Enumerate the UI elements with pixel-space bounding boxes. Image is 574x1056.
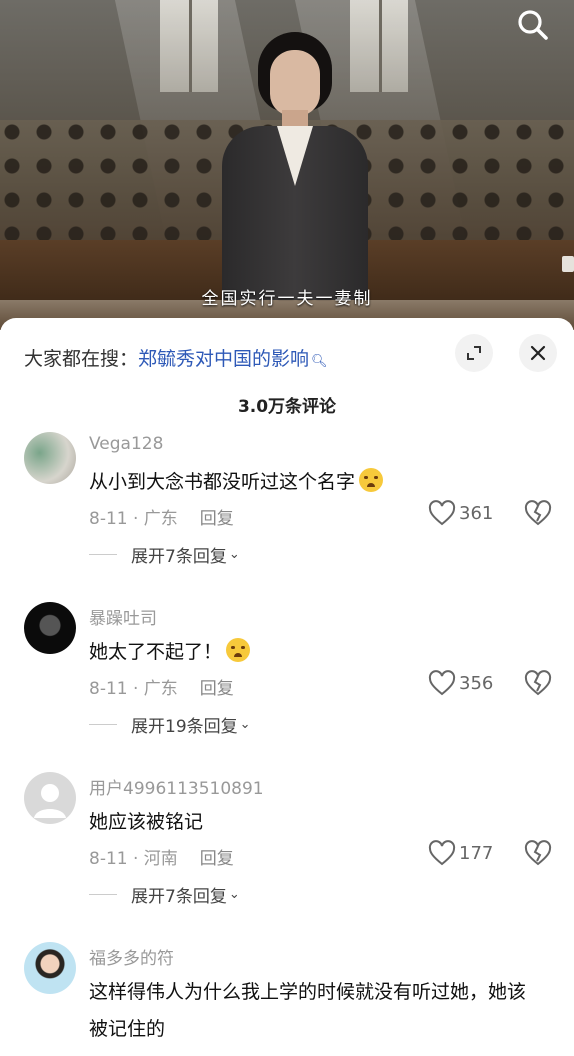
search-icon <box>518 10 548 40</box>
username[interactable]: 暴躁吐司 <box>89 604 157 629</box>
heart-icon <box>428 500 456 526</box>
username[interactable]: 福多多的符 <box>89 944 174 969</box>
comment-meta: 8-11 · 广东 回复 <box>89 674 234 699</box>
comment-meta: 8-11 · 河南 回复 <box>89 844 234 869</box>
close-button[interactable] <box>519 334 557 372</box>
search-small-icon: 🔍︎ <box>311 354 328 369</box>
comment-text: 她应该被铭记 <box>89 811 204 833</box>
crying-emoji-icon <box>359 468 384 492</box>
expand-replies-label: 展开7条回复 <box>131 547 227 567</box>
like-count: 356 <box>459 672 494 694</box>
comments-sheet: 大家都在搜：郑毓秀对中国的影响 🔍︎ 3.0万条评论 Vega128 从小到大念书… <box>0 318 574 1056</box>
comment-count: 3.0万条评论 <box>237 397 337 417</box>
like-button[interactable]: 177 <box>428 840 493 866</box>
speaker-figure <box>222 30 368 320</box>
expand-sheet-button[interactable] <box>455 334 493 372</box>
date-location: 8-11 · 河南 <box>89 849 178 869</box>
avatar[interactable] <box>24 602 76 654</box>
background-window <box>160 0 218 92</box>
chevron-down-icon: ⌄ <box>239 717 251 732</box>
avatar[interactable] <box>24 942 76 994</box>
reply-button[interactable]: 回复 <box>200 509 234 529</box>
comment-meta: 8-11 · 广东 回复 <box>89 504 234 529</box>
hot-search[interactable]: 大家都在搜：郑毓秀对中国的影响 🔍︎ <box>24 344 328 371</box>
expand-replies-button[interactable]: 展开19条回复 ⌄ <box>89 712 251 737</box>
close-icon <box>530 345 546 361</box>
comment-item: Vega128 从小到大念书都没听过这个名字 8-11 · 广东 回复 361 展… <box>0 432 574 572</box>
dislike-button[interactable] <box>524 500 552 526</box>
like-button[interactable]: 356 <box>428 670 493 696</box>
username[interactable]: Vega128 <box>89 434 163 454</box>
hot-search-prefix: 大家都在搜： <box>24 348 139 370</box>
date-location: 8-11 · 广东 <box>89 679 178 699</box>
chevron-down-icon: ⌄ <box>228 887 240 902</box>
expand-replies-label: 展开7条回复 <box>131 887 227 907</box>
heart-icon <box>428 670 456 696</box>
comment-text: 这样得伟人为什么我上学的时候就没有听过她，她该被记住的 <box>89 981 527 1040</box>
comment-text: 从小到大念书都没听过这个名字 <box>89 464 529 501</box>
comment-item: 福多多的符 这样得伟人为什么我上学的时候就没有听过她，她该被记住的 <box>0 942 574 1052</box>
avatar[interactable] <box>24 432 76 484</box>
expand-replies-button[interactable]: 展开7条回复 ⌄ <box>89 882 240 907</box>
reply-button[interactable]: 回复 <box>200 679 234 699</box>
broken-heart-icon <box>524 670 552 696</box>
expand-replies-button[interactable]: 展开7条回复 ⌄ <box>89 542 240 567</box>
hot-search-keyword[interactable]: 郑毓秀对中国的影响 <box>138 348 309 370</box>
video-subtitle: 全国实行一夫一妻制 <box>201 289 373 309</box>
like-button[interactable]: 361 <box>428 500 493 526</box>
dislike-button[interactable] <box>524 840 552 866</box>
dislike-button[interactable] <box>524 670 552 696</box>
comment-text: 她太了不起了！ <box>89 634 529 671</box>
like-count: 177 <box>459 842 494 864</box>
comment-item: 用户4996113510891 她应该被铭记 8-11 · 河南 回复 177 展… <box>0 772 574 912</box>
video-player[interactable]: 全国实行一夫一妻制 <box>0 0 574 330</box>
search-button[interactable] <box>514 6 552 44</box>
username[interactable]: 用户4996113510891 <box>89 774 264 799</box>
chevron-down-icon: ⌄ <box>228 547 240 562</box>
expand-replies-label: 展开19条回复 <box>131 717 238 737</box>
comment-item: 暴躁吐司 她太了不起了！ 8-11 · 广东 回复 356 展开19条回复 ⌄ <box>0 602 574 742</box>
reply-button[interactable]: 回复 <box>200 849 234 869</box>
date-location: 8-11 · 广东 <box>89 509 178 529</box>
heart-icon <box>428 840 456 866</box>
broken-heart-icon <box>524 840 552 866</box>
expand-icon <box>467 346 481 360</box>
teary-emoji-icon <box>226 638 251 662</box>
default-avatar-icon <box>34 784 66 818</box>
side-tab <box>562 256 574 272</box>
avatar[interactable] <box>24 772 76 824</box>
like-count: 361 <box>459 502 494 524</box>
broken-heart-icon <box>524 500 552 526</box>
